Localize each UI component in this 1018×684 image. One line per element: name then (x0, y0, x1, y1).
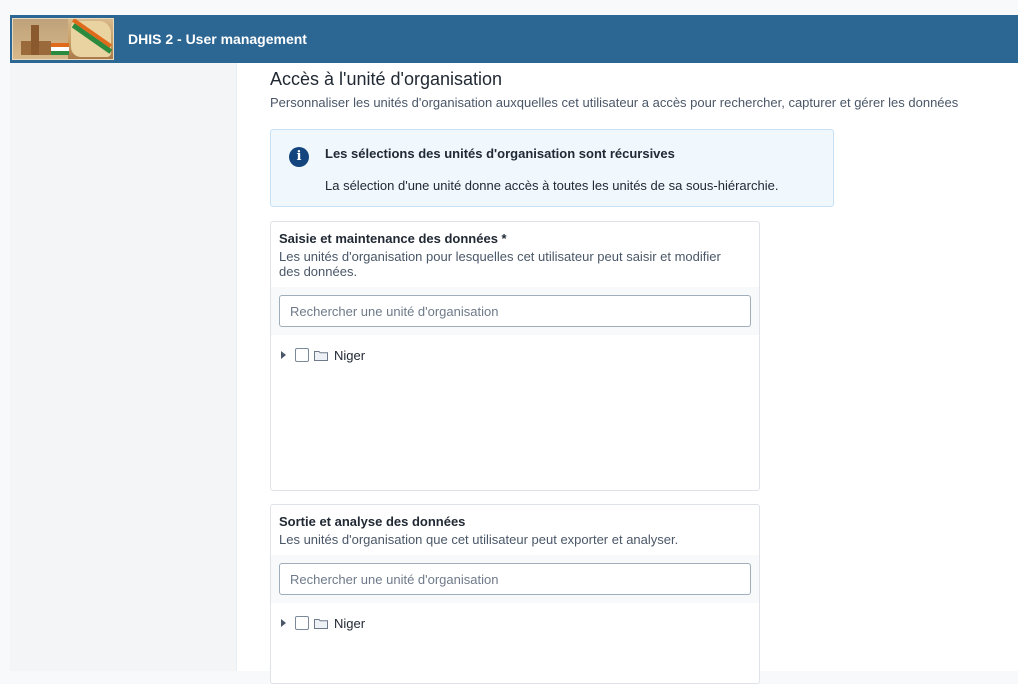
main-content: Accès à l'unité d'organisation Personnal… (237, 63, 1018, 684)
org-unit-search-input[interactable] (279, 295, 751, 327)
folder-icon (314, 350, 328, 361)
app-header: DHIS 2 - User management (10, 15, 1018, 63)
tree-item-niger[interactable]: Niger (271, 603, 759, 633)
org-unit-search-input[interactable] (279, 563, 751, 595)
card-title: Sortie et analyse des données (279, 514, 466, 529)
tree-label[interactable]: Niger (334, 348, 365, 363)
folder-icon (314, 618, 328, 629)
data-capture-card: Saisie et maintenance des données * Les … (270, 221, 760, 491)
expand-arrow-icon[interactable] (281, 351, 286, 359)
tree-label[interactable]: Niger (334, 616, 365, 631)
country-logo[interactable] (12, 18, 114, 60)
notice-title: Les sélections des unités d'organisation… (325, 146, 675, 161)
tree-item-niger[interactable]: Niger (271, 335, 759, 365)
sidebar (10, 63, 237, 671)
data-output-card: Sortie et analyse des données Les unités… (270, 504, 760, 684)
org-unit-checkbox[interactable] (295, 616, 309, 630)
section-title: Accès à l'unité d'organisation (270, 69, 503, 89)
card-description: Les unités d'organisation que cet utilis… (279, 532, 679, 547)
section-description: Personnaliser les unités d'organisation … (270, 95, 959, 110)
app-title: DHIS 2 - User management (128, 31, 307, 47)
expand-arrow-icon[interactable] (281, 619, 286, 627)
notice-text: La sélection d'une unité donne accès à t… (325, 178, 779, 193)
org-unit-checkbox[interactable] (295, 348, 309, 362)
card-description: Les unités d'organisation pour lesquelle… (279, 249, 721, 279)
info-icon: i (289, 147, 309, 167)
recursive-notice: i Les sélections des unités d'organisati… (270, 129, 834, 207)
card-title: Saisie et maintenance des données * (279, 231, 507, 246)
